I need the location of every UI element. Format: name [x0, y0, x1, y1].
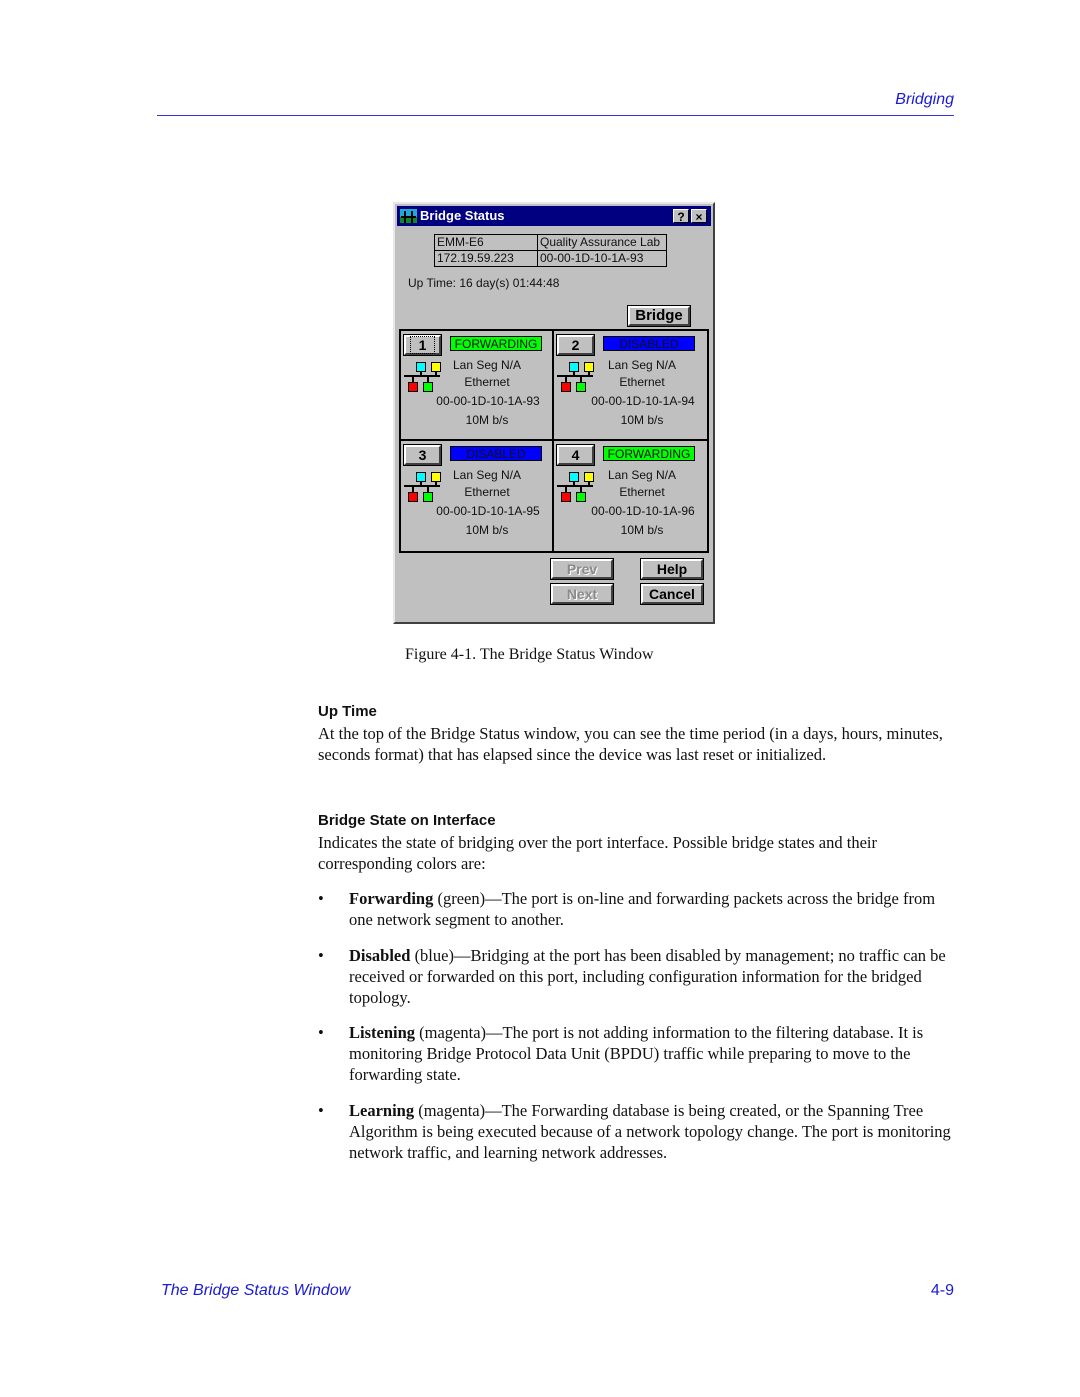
bullet-icon: •: [318, 1101, 324, 1120]
mac-address: 00-00-1D-10-1A-93: [537, 250, 667, 267]
port-button[interactable]: 3: [403, 444, 442, 466]
port-type: Ethernet: [464, 375, 510, 389]
section-heading-uptime: Up Time: [318, 703, 377, 720]
port-speed: 10M b/s: [620, 523, 664, 537]
device-info-table: EMM-E6 Quality Assurance Lab 172.19.59.2…: [434, 234, 667, 267]
running-head: Bridging: [895, 91, 954, 108]
port-type: Ethernet: [464, 485, 510, 499]
port-mac: 00-00-1D-10-1A-93: [436, 394, 540, 408]
port-mac: 00-00-1D-10-1A-96: [591, 504, 695, 518]
next-button[interactable]: Next: [550, 583, 614, 605]
port-type: Ethernet: [619, 485, 665, 499]
help-button[interactable]: Help: [640, 558, 704, 580]
bridge-button[interactable]: Bridge: [627, 305, 691, 327]
section-heading-bridge-state: Bridge State on Interface: [318, 812, 496, 829]
port-speed: 10M b/s: [465, 523, 509, 537]
port-mac: 00-00-1D-10-1A-95: [436, 504, 540, 518]
bullet-term: Learning: [349, 1101, 415, 1120]
bullet-text: (magenta)—The Forwarding database is bei…: [349, 1101, 951, 1162]
port-mac: 00-00-1D-10-1A-94: [591, 394, 695, 408]
page-number: 4-9: [930, 1282, 954, 1299]
bullet-term: Forwarding: [349, 889, 434, 908]
title-bar[interactable]: Bridge Status ? ×: [397, 206, 711, 226]
port-speed: 10M b/s: [465, 413, 509, 427]
port-number: 2: [571, 337, 580, 353]
device-location: Quality Assurance Lab: [537, 234, 667, 251]
device-name: EMM-E6: [434, 234, 538, 251]
port-state-badge: FORWARDING: [603, 446, 695, 461]
bullet-text: (blue)—Bridging at the port has been dis…: [349, 946, 946, 1007]
port-number: 4: [571, 447, 580, 463]
dialog-title: Bridge Status: [420, 208, 505, 223]
uptime-paragraph: At the top of the Bridge Status window, …: [318, 724, 943, 764]
bullet-term: Listening: [349, 1023, 416, 1042]
port-lan-seg: Lan Seg N/A: [452, 358, 522, 372]
ports-panel: 1 FORWARDING Lan Seg N/A Ethernet 00-00-…: [399, 329, 709, 553]
prev-button[interactable]: Prev: [550, 558, 614, 580]
footer-title: The Bridge Status Window: [161, 1282, 351, 1299]
bridge-state-paragraph: Indicates the state of bridging over the…: [318, 833, 877, 873]
port-lan-seg: Lan Seg N/A: [607, 468, 677, 482]
port-button[interactable]: 1: [403, 334, 442, 356]
header-rule: [157, 115, 954, 116]
help-icon[interactable]: ?: [673, 209, 689, 224]
bridge-app-icon: [400, 209, 417, 223]
bullet-text: (green)—The port is on-line and forwardi…: [349, 889, 936, 929]
port-speed: 10M b/s: [620, 413, 664, 427]
ip-address: 172.19.59.223: [434, 250, 538, 267]
figure-caption: Figure 4-1. The Bridge Status Window: [405, 646, 654, 663]
bridge-status-dialog: Bridge Status ? × EMM-E6 Quality Assuran…: [393, 202, 715, 624]
port-state-badge: DISABLED: [603, 336, 695, 351]
port-state-badge: DISABLED: [450, 446, 542, 461]
close-icon[interactable]: ×: [691, 209, 707, 224]
port-type: Ethernet: [619, 375, 665, 389]
cancel-button[interactable]: Cancel: [640, 583, 704, 605]
bullet-icon: •: [318, 946, 324, 965]
uptime-readout: Up Time: 16 day(s) 01:44:48: [408, 276, 560, 290]
port-number: 1: [409, 336, 436, 354]
port-number: 3: [418, 447, 427, 463]
bullet-text: (magenta)—The port is not adding informa…: [349, 1023, 924, 1084]
port-button[interactable]: 2: [556, 334, 595, 356]
port-lan-seg: Lan Seg N/A: [607, 358, 677, 372]
port-panel: 4 FORWARDING Lan Seg N/A Ethernet 00-00-…: [554, 441, 707, 551]
port-button[interactable]: 4: [556, 444, 595, 466]
port-panel: 1 FORWARDING Lan Seg N/A Ethernet 00-00-…: [401, 331, 554, 441]
bullet-icon: •: [318, 1023, 324, 1042]
port-panel: 2 DISABLED Lan Seg N/A Ethernet 00-00-1D…: [554, 331, 707, 441]
bullet-icon: •: [318, 889, 324, 908]
bullet-term: Disabled: [349, 946, 411, 965]
port-state-badge: FORWARDING: [450, 336, 542, 351]
port-lan-seg: Lan Seg N/A: [452, 468, 522, 482]
port-panel: 3 DISABLED Lan Seg N/A Ethernet 00-00-1D…: [401, 441, 554, 551]
